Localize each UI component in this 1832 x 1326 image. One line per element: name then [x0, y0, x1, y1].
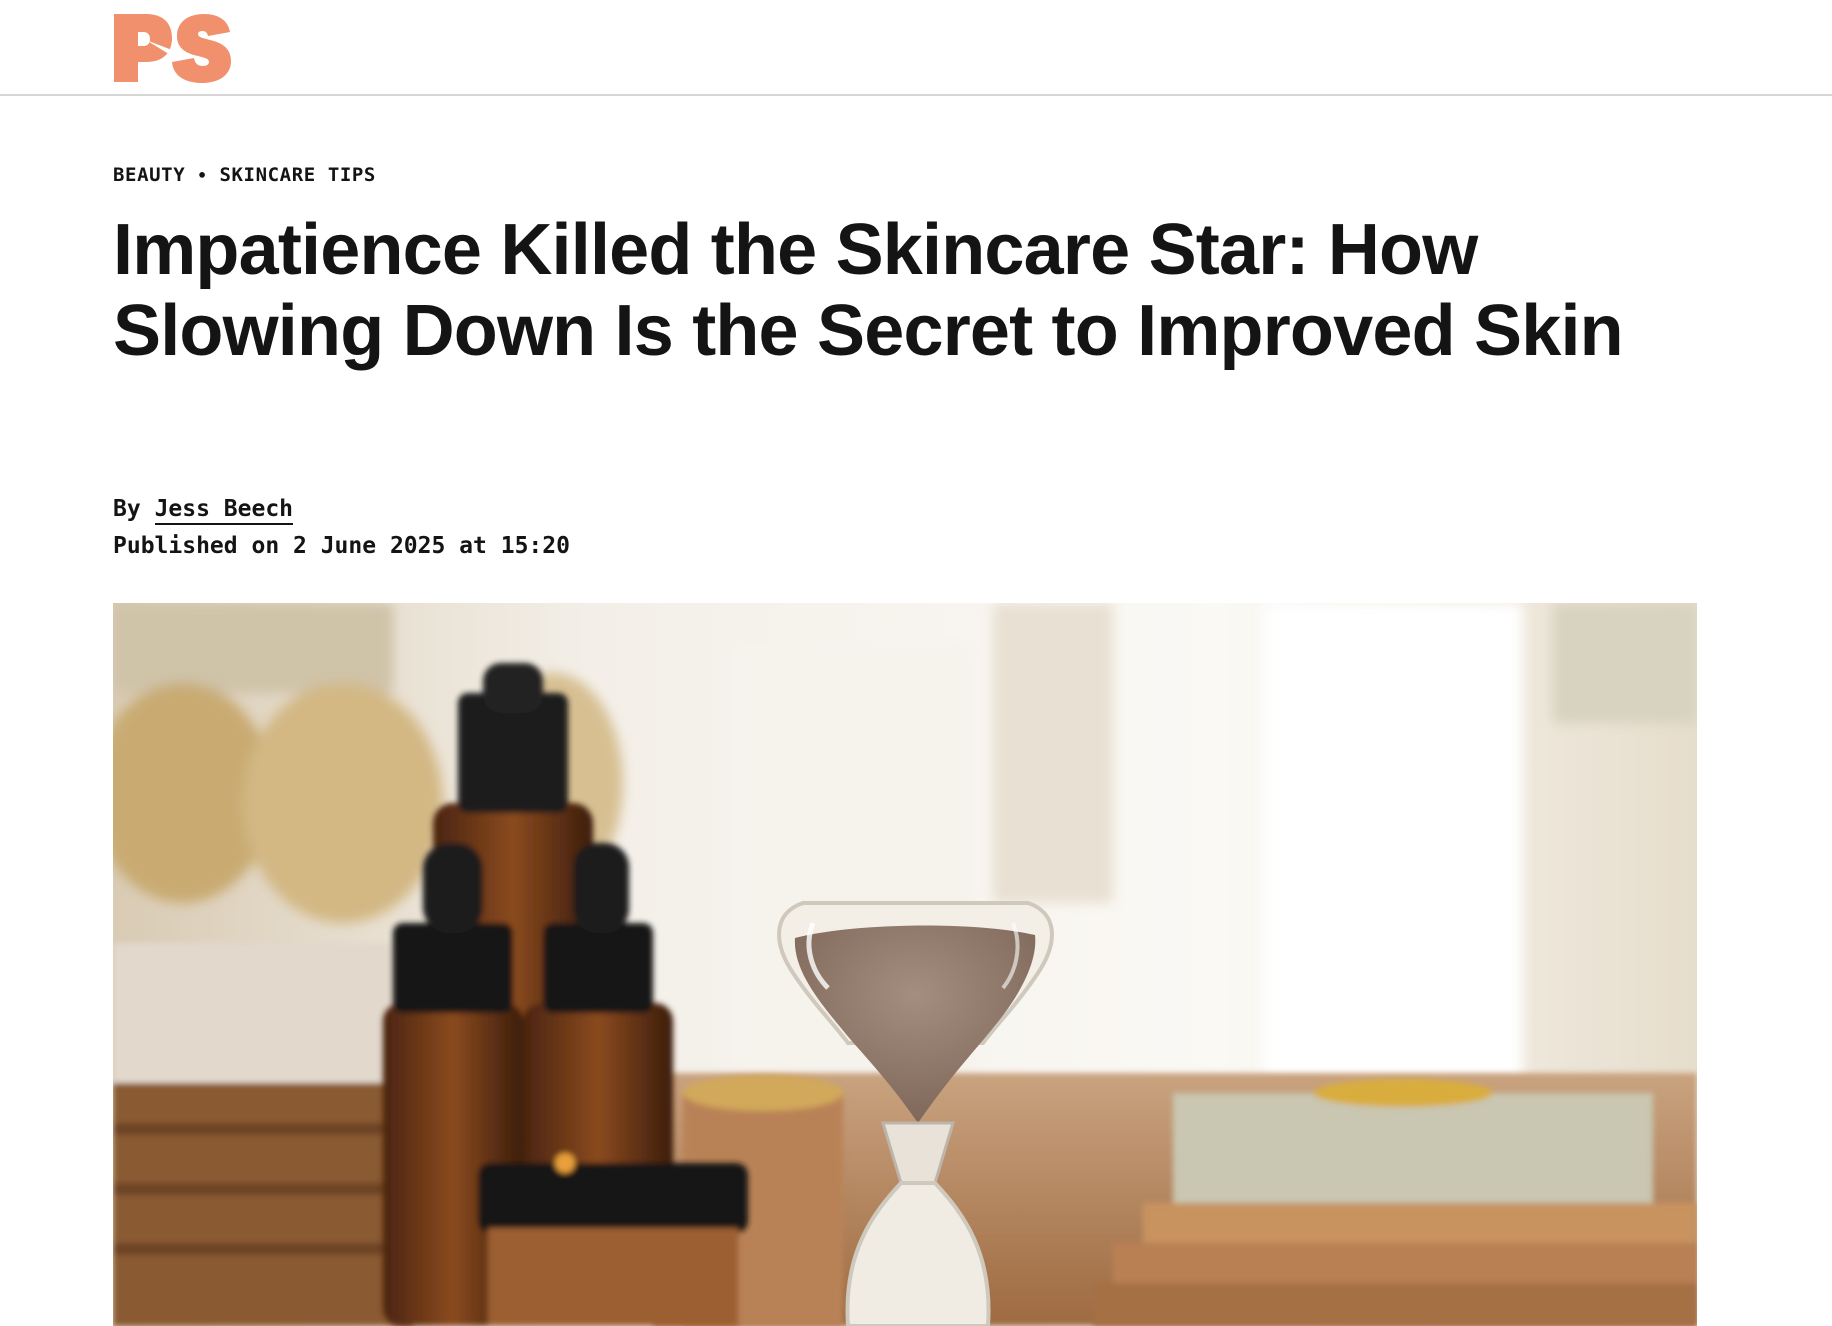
byline: By Jess Beech — [113, 491, 294, 527]
publish-date: Published on 2 June 2025 at 15:20 — [113, 533, 570, 559]
breadcrumb-subsection-link[interactable]: SKINCARE TIPS — [219, 164, 376, 186]
breadcrumb-separator: • — [197, 165, 208, 185]
breadcrumb-section-link[interactable]: BEAUTY — [113, 164, 185, 186]
byline-prefix: By — [113, 496, 141, 522]
site-logo[interactable] — [112, 12, 232, 84]
site-header — [0, 0, 1832, 96]
breadcrumb: BEAUTY • SKINCARE TIPS — [113, 164, 376, 186]
author-link[interactable]: Jess Beech — [154, 496, 294, 525]
hero-image — [113, 603, 1697, 1326]
ps-logo-icon — [114, 14, 231, 83]
hourglass-skincare-photo — [113, 603, 1697, 1326]
article-title: Impatience Killed the Skincare Star: How… — [113, 210, 1624, 371]
